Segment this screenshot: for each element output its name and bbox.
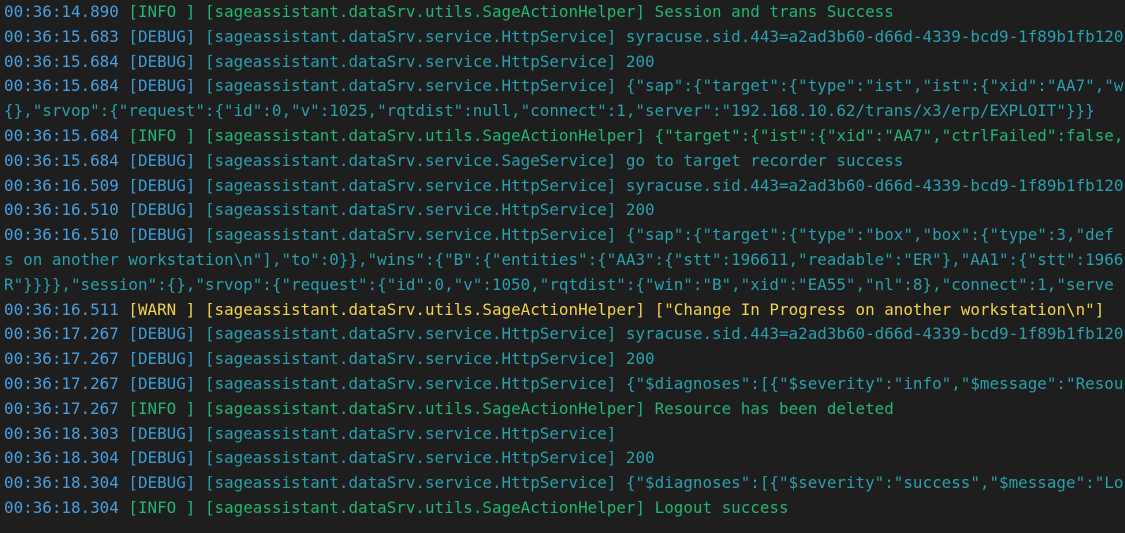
log-source: [sageassistant.dataSrv.service.HttpServi… xyxy=(204,225,617,245)
log-timestamp: 00:36:17.267 xyxy=(4,349,119,369)
log-message: Session and trans Success xyxy=(654,2,894,21)
log-line: 00:36:17.267 [DEBUG] [sageassistant.data… xyxy=(0,372,1125,397)
log-line: 00:36:17.267 [DEBUG] [sageassistant.data… xyxy=(0,322,1125,347)
log-line: 00:36:15.684 [DEBUG] [sageassistant.data… xyxy=(0,50,1125,75)
log-source: [sageassistant.dataSrv.utils.SageActionH… xyxy=(204,2,646,21)
log-message: go to target recorder success xyxy=(625,150,904,170)
log-line: 00:36:17.267 [DEBUG] [sageassistant.data… xyxy=(0,347,1125,372)
log-level-info: [INFO ] xyxy=(128,125,196,145)
log-level-debug: [DEBUG] xyxy=(128,200,196,220)
log-source: [sageassistant.dataSrv.service.HttpServi… xyxy=(204,200,617,220)
log-level-warn: [WARN ] xyxy=(128,299,196,319)
log-level-debug: [DEBUG] xyxy=(128,423,196,443)
log-line: 00:36:18.304 [DEBUG] [sageassistant.data… xyxy=(0,471,1125,496)
log-message: {},"srvop":{"request":{"id":0,"v":1025,"… xyxy=(4,101,1095,121)
log-timestamp: 00:36:16.510 xyxy=(4,225,119,245)
log-timestamp: 00:36:18.303 xyxy=(4,423,119,443)
log-timestamp: 00:36:17.267 xyxy=(4,398,119,418)
log-message: {"sap":{"target":{"type":"ist","ist":{"x… xyxy=(625,76,1124,96)
log-level-debug: [DEBUG] xyxy=(128,225,196,245)
log-source: [sageassistant.dataSrv.service.HttpServi… xyxy=(204,175,617,195)
log-timestamp: 00:36:15.684 xyxy=(4,51,119,71)
log-source: [sageassistant.dataSrv.service.HttpServi… xyxy=(204,76,617,96)
log-timestamp: 00:36:17.267 xyxy=(4,373,119,393)
log-source: [sageassistant.dataSrv.utils.SageActionH… xyxy=(204,497,646,517)
log-message: 200 xyxy=(625,200,655,220)
log-level-info: [INFO ] xyxy=(128,497,196,517)
log-line: 00:36:17.267 [INFO ] [sageassistant.data… xyxy=(0,397,1125,422)
log-message: s on another workstation\n"],"to":0}},"w… xyxy=(4,249,1124,269)
log-source: [sageassistant.dataSrv.utils.SageActionH… xyxy=(204,398,646,418)
log-source: [sageassistant.dataSrv.service.HttpServi… xyxy=(204,26,617,46)
log-level-debug: [DEBUG] xyxy=(128,51,196,71)
log-timestamp: 00:36:16.511 xyxy=(4,299,119,319)
log-source: [sageassistant.dataSrv.service.HttpServi… xyxy=(204,324,617,344)
log-timestamp: 00:36:16.509 xyxy=(4,175,119,195)
terminal-log-output[interactable]: 00:36:14.890 [INFO ] [sageassistant.data… xyxy=(0,0,1125,533)
log-timestamp: 00:36:18.304 xyxy=(4,497,119,517)
log-message: 200 xyxy=(625,51,655,71)
log-timestamp: 00:36:15.683 xyxy=(4,26,119,46)
log-continuation-line: R"}}}},"session":{},"srvop":{"request":{… xyxy=(0,273,1125,298)
log-message: {"$diagnoses":[{"$severity":"success","$… xyxy=(625,473,1124,493)
log-source: [sageassistant.dataSrv.utils.SageActionH… xyxy=(204,299,646,319)
log-message: {"sap":{"target":{"type":"box","box":{"t… xyxy=(625,225,1114,245)
log-continuation-line: {},"srvop":{"request":{"id":0,"v":1025,"… xyxy=(0,99,1125,124)
log-level-debug: [DEBUG] xyxy=(128,373,196,393)
log-line: 00:36:15.683 [DEBUG] [sageassistant.data… xyxy=(0,25,1125,50)
log-message: syracuse.sid.443=a2ad3b60-d66d-4339-bcd9… xyxy=(625,324,1124,344)
log-source: [sageassistant.dataSrv.utils.SageActionH… xyxy=(204,125,646,145)
log-source: [sageassistant.dataSrv.service.HttpServi… xyxy=(204,448,617,468)
log-continuation-line: s on another workstation\n"],"to":0}},"w… xyxy=(0,248,1125,273)
log-line: 00:36:15.684 [INFO ] [sageassistant.data… xyxy=(0,124,1125,149)
log-timestamp: 00:36:16.510 xyxy=(4,200,119,220)
log-line: 00:36:18.304 [INFO ] [sageassistant.data… xyxy=(0,496,1125,521)
log-line: 00:36:14.890 [INFO ] [sageassistant.data… xyxy=(0,0,1125,25)
log-line: 00:36:18.304 [DEBUG] [sageassistant.data… xyxy=(0,446,1125,471)
log-level-debug: [DEBUG] xyxy=(128,150,196,170)
log-timestamp: 00:36:14.890 xyxy=(4,2,119,21)
log-message: ["Change In Progress on another workstat… xyxy=(654,299,1105,319)
log-line: 00:36:16.509 [DEBUG] [sageassistant.data… xyxy=(0,174,1125,199)
log-source: [sageassistant.dataSrv.service.HttpServi… xyxy=(204,373,617,393)
log-message: {"$diagnoses":[{"$severity":"info","$mes… xyxy=(625,373,1124,393)
log-message: syracuse.sid.443=a2ad3b60-d66d-4339-bcd9… xyxy=(625,175,1124,195)
log-message: {"target":{"ist":{"xid":"AA7","ctrlFaile… xyxy=(654,125,1124,145)
log-level-debug: [DEBUG] xyxy=(128,76,196,96)
log-message: 200 xyxy=(625,448,655,468)
log-level-debug: [DEBUG] xyxy=(128,349,196,369)
log-level-info: [INFO ] xyxy=(128,398,196,418)
log-level-debug: [DEBUG] xyxy=(128,324,196,344)
log-timestamp: 00:36:18.304 xyxy=(4,448,119,468)
log-message: syracuse.sid.443=a2ad3b60-d66d-4339-bcd9… xyxy=(625,26,1124,46)
log-line: 00:36:16.510 [DEBUG] [sageassistant.data… xyxy=(0,198,1125,223)
log-message: R"}}}},"session":{},"srvop":{"request":{… xyxy=(4,274,1114,294)
log-message: 200 xyxy=(625,349,655,369)
log-timestamp: 00:36:15.684 xyxy=(4,76,119,96)
log-line: 00:36:16.511 [WARN ] [sageassistant.data… xyxy=(0,298,1125,323)
log-timestamp: 00:36:17.267 xyxy=(4,324,119,344)
log-level-info: [INFO ] xyxy=(128,2,196,21)
log-source: [sageassistant.dataSrv.service.HttpServi… xyxy=(204,423,617,443)
log-level-debug: [DEBUG] xyxy=(128,26,196,46)
log-source: [sageassistant.dataSrv.service.HttpServi… xyxy=(204,51,617,71)
log-line: 00:36:15.684 [DEBUG] [sageassistant.data… xyxy=(0,149,1125,174)
log-source: [sageassistant.dataSrv.service.SageServi… xyxy=(204,150,617,170)
log-line: 00:36:16.510 [DEBUG] [sageassistant.data… xyxy=(0,223,1125,248)
log-timestamp: 00:36:18.304 xyxy=(4,473,119,493)
log-source: [sageassistant.dataSrv.service.HttpServi… xyxy=(204,349,617,369)
log-timestamp: 00:36:15.684 xyxy=(4,125,119,145)
log-level-debug: [DEBUG] xyxy=(128,448,196,468)
log-message: Logout success xyxy=(654,497,789,517)
log-level-debug: [DEBUG] xyxy=(128,175,196,195)
log-line: 00:36:18.303 [DEBUG] [sageassistant.data… xyxy=(0,422,1125,447)
log-level-debug: [DEBUG] xyxy=(128,473,196,493)
log-source: [sageassistant.dataSrv.service.HttpServi… xyxy=(204,473,617,493)
log-message: Resource has been deleted xyxy=(654,398,894,418)
log-timestamp: 00:36:15.684 xyxy=(4,150,119,170)
log-line: 00:36:15.684 [DEBUG] [sageassistant.data… xyxy=(0,74,1125,99)
